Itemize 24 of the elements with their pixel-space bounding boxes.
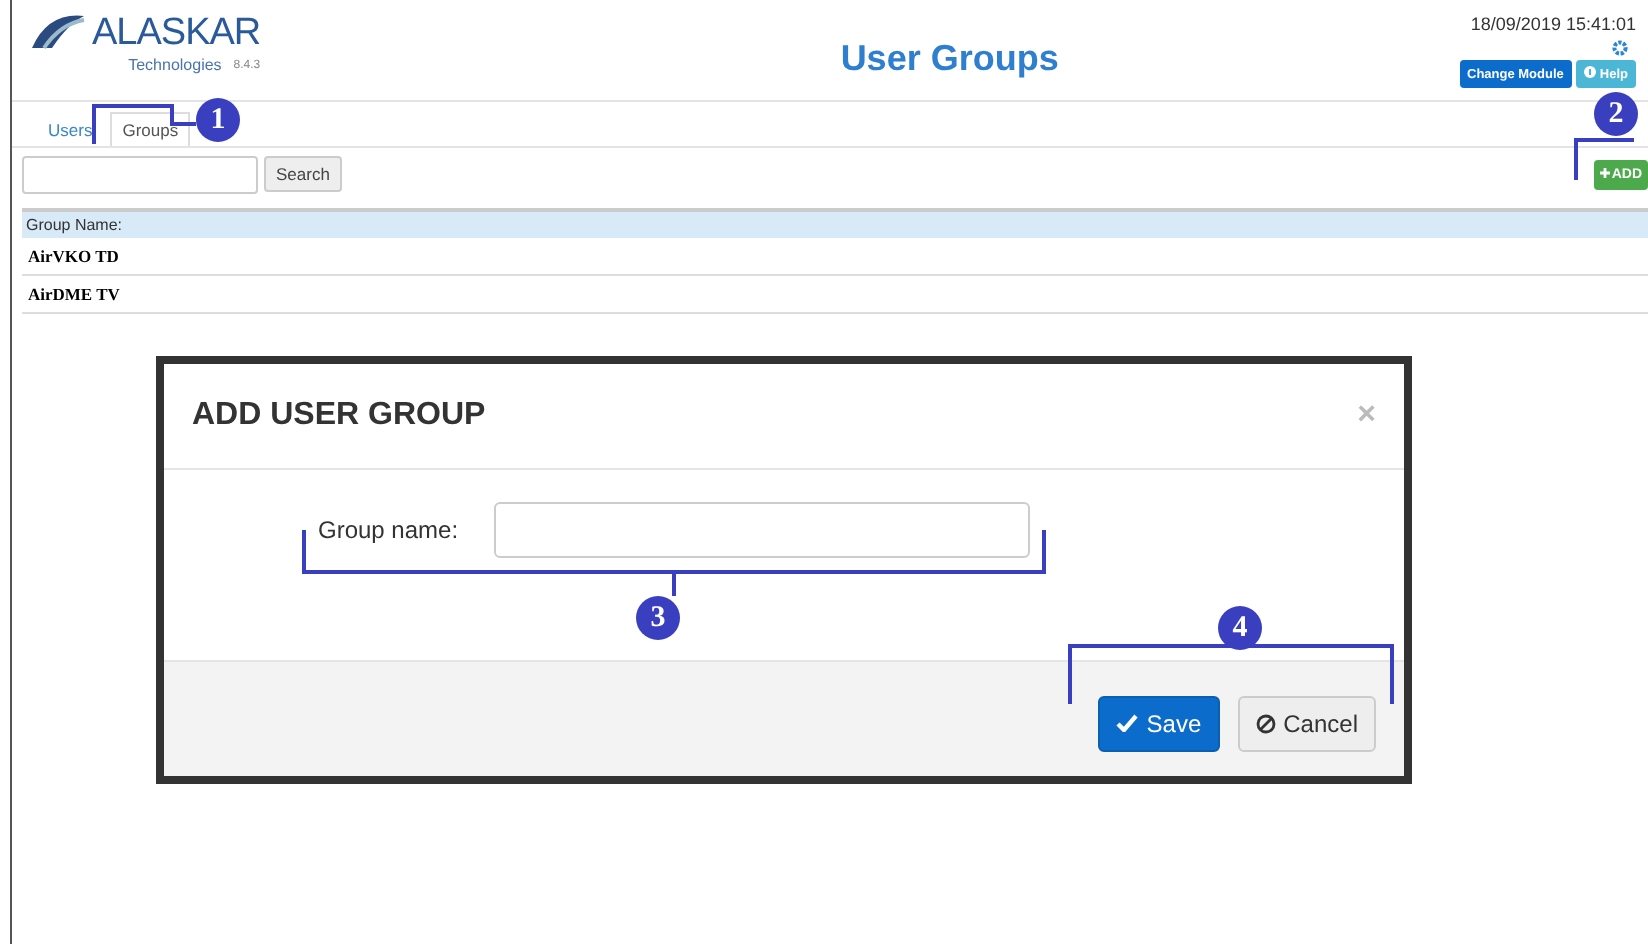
dialog-title: ADD USER GROUP	[192, 398, 486, 434]
logo-text: ALASKAR	[92, 12, 261, 56]
column-header: Group Name:	[22, 208, 1648, 238]
check-icon	[1116, 714, 1139, 732]
callout-bracket	[92, 104, 196, 144]
logo-swoosh-icon	[28, 12, 88, 52]
tab[interactable]: Groups	[110, 112, 191, 146]
callout-number: 2	[1594, 92, 1638, 136]
field-label: Group name:	[318, 516, 459, 544]
callout-number: 1	[196, 98, 240, 142]
search-button[interactable]: Search	[264, 156, 342, 192]
search-field[interactable]	[22, 155, 258, 193]
help-circle-icon	[1583, 66, 1596, 78]
table-row[interactable]: AirDME TV	[22, 276, 1648, 314]
page-title: User Groups	[840, 38, 1059, 80]
save-button[interactable]: Save	[1098, 695, 1220, 751]
table-row[interactable]: AirVKO TD	[22, 238, 1648, 276]
cancel-button[interactable]: Cancel	[1237, 695, 1376, 751]
logo-subtitle: Technologies	[128, 56, 222, 74]
group-name-field[interactable]	[494, 502, 1031, 558]
datetime-text: 18/09/2019 15:41:01	[1470, 14, 1636, 34]
gear-icon[interactable]	[1611, 40, 1628, 56]
prohibited-icon	[1255, 713, 1276, 733]
plus-icon	[1599, 167, 1610, 177]
